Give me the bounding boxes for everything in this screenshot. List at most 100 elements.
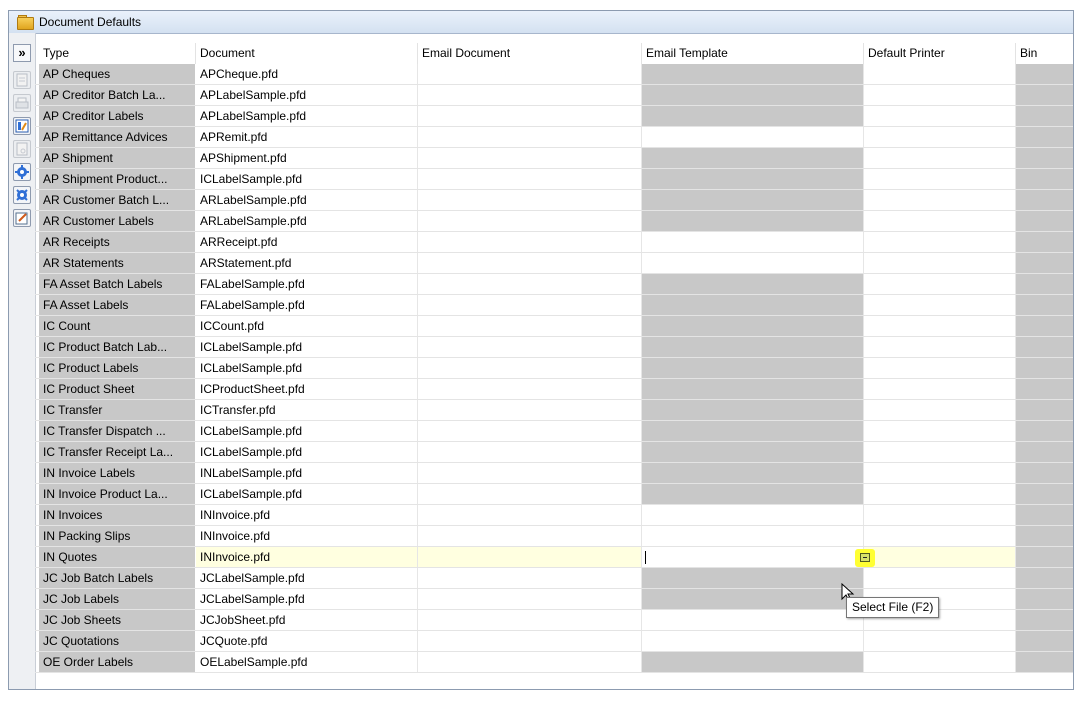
email-template-cell[interactable] [642,379,864,399]
document-cell[interactable]: ARReceipt.pfd [196,232,418,252]
type-cell[interactable]: IN Invoices [39,505,196,525]
table-row[interactable]: OE Order Labels OELabelSample.pfd [35,652,1073,673]
bin-cell[interactable] [1016,589,1073,609]
email-document-cell[interactable] [418,526,642,546]
table-row[interactable]: AP Creditor Labels APLabelSample.pfd [35,106,1073,127]
email-document-cell[interactable] [418,64,642,84]
default-printer-cell[interactable] [864,547,1016,567]
email-document-cell[interactable] [418,148,642,168]
default-printer-cell[interactable] [864,106,1016,126]
preview-icon[interactable] [13,140,31,158]
table-row[interactable]: IC Transfer ICTransfer.pfd [35,400,1073,421]
table-row[interactable]: AP Shipment Product... ICLabelSample.pfd [35,169,1073,190]
default-printer-cell[interactable] [864,253,1016,273]
report-designer-icon[interactable] [13,117,31,135]
table-row[interactable]: JC Quotations JCQuote.pfd [35,631,1073,652]
default-printer-cell[interactable] [864,358,1016,378]
document-cell[interactable]: ICCount.pfd [196,316,418,336]
type-cell[interactable]: FA Asset Batch Labels [39,274,196,294]
type-cell[interactable]: AP Shipment [39,148,196,168]
email-document-cell[interactable] [418,484,642,504]
bin-cell[interactable] [1016,169,1073,189]
email-document-cell[interactable] [418,169,642,189]
type-cell[interactable]: AP Cheques [39,64,196,84]
table-row[interactable]: IC Product Sheet ICProductSheet.pfd [35,379,1073,400]
table-row[interactable]: FA Asset Batch Labels FALabelSample.pfd [35,274,1073,295]
type-cell[interactable]: IN Packing Slips [39,526,196,546]
email-template-cell[interactable] [642,85,864,105]
bin-cell[interactable] [1016,190,1073,210]
type-cell[interactable]: IC Transfer [39,400,196,420]
email-document-cell[interactable] [418,106,642,126]
email-template-cell[interactable] [642,610,864,630]
type-cell[interactable]: AP Remittance Advices [39,127,196,147]
bin-cell[interactable] [1016,421,1073,441]
email-template-cell[interactable] [642,337,864,357]
document-cell[interactable]: ICLabelSample.pfd [196,337,418,357]
table-row[interactable]: IC Product Batch Lab... ICLabelSample.pfd [35,337,1073,358]
default-printer-cell[interactable] [864,421,1016,441]
bin-cell[interactable] [1016,631,1073,651]
column-header-bin[interactable]: Bin [1016,43,1073,64]
default-printer-cell[interactable] [864,148,1016,168]
email-document-cell[interactable] [418,631,642,651]
table-row[interactable]: AP Cheques APCheque.pfd [35,64,1073,85]
email-template-cell[interactable] [642,358,864,378]
email-document-cell[interactable] [418,337,642,357]
default-printer-cell[interactable] [864,379,1016,399]
email-document-cell[interactable] [418,652,642,672]
email-template-cell[interactable] [642,631,864,651]
table-row[interactable]: AR Receipts ARReceipt.pfd [35,232,1073,253]
bin-cell[interactable] [1016,505,1073,525]
table-row[interactable]: IC Transfer Receipt La... ICLabelSample.p… [35,442,1073,463]
table-row[interactable]: IC Product Labels ICLabelSample.pfd [35,358,1073,379]
table-row[interactable]: IN Packing Slips INInvoice.pfd [35,526,1073,547]
document-cell[interactable]: ARStatement.pfd [196,253,418,273]
email-document-cell[interactable] [418,232,642,252]
type-cell[interactable]: AP Creditor Labels [39,106,196,126]
default-printer-cell[interactable] [864,211,1016,231]
bin-cell[interactable] [1016,106,1073,126]
document-cell[interactable]: JCJobSheet.pfd [196,610,418,630]
email-document-cell[interactable] [418,505,642,525]
email-template-cell[interactable] [642,568,864,588]
email-template-cell[interactable] [642,211,864,231]
email-template-cell[interactable] [642,463,864,483]
table-row[interactable]: AR Customer Batch L... ARLabelSample.pfd [35,190,1073,211]
type-cell[interactable]: IN Invoice Labels [39,463,196,483]
document-cell[interactable]: INInvoice.pfd [196,547,418,567]
email-template-cell[interactable] [642,526,864,546]
default-printer-cell[interactable] [864,85,1016,105]
email-document-cell[interactable] [418,274,642,294]
document-cell[interactable]: JCQuote.pfd [196,631,418,651]
type-cell[interactable]: AR Customer Labels [39,211,196,231]
table-row[interactable]: IN Invoices INInvoice.pfd [35,505,1073,526]
email-template-cell[interactable] [642,190,864,210]
type-cell[interactable]: FA Asset Labels [39,295,196,315]
default-printer-cell[interactable] [864,505,1016,525]
email-template-cell[interactable] [642,64,864,84]
table-row[interactable]: JC Job Batch Labels JCLabelSample.pfd [35,568,1073,589]
type-cell[interactable]: AR Statements [39,253,196,273]
email-template-cell[interactable] [642,253,864,273]
bin-cell[interactable] [1016,232,1073,252]
default-printer-cell[interactable] [864,316,1016,336]
email-template-cell[interactable] [642,316,864,336]
email-document-cell[interactable] [418,127,642,147]
document-cell[interactable]: ICProductSheet.pfd [196,379,418,399]
document-cell[interactable]: INInvoice.pfd [196,505,418,525]
email-document-cell[interactable] [418,358,642,378]
email-document-cell[interactable] [418,547,642,567]
column-header-email-document[interactable]: Email Document [418,43,642,64]
email-document-cell[interactable] [418,463,642,483]
type-cell[interactable]: JC Job Labels [39,589,196,609]
document-cell[interactable]: JCLabelSample.pfd [196,568,418,588]
bin-cell[interactable] [1016,274,1073,294]
document-cell[interactable]: ARLabelSample.pfd [196,190,418,210]
document-cell[interactable]: ICLabelSample.pfd [196,484,418,504]
type-cell[interactable]: AR Customer Batch L... [39,190,196,210]
email-template-cell[interactable] [642,484,864,504]
email-template-cell[interactable] [642,148,864,168]
email-document-cell[interactable] [418,442,642,462]
type-cell[interactable]: IC Count [39,316,196,336]
